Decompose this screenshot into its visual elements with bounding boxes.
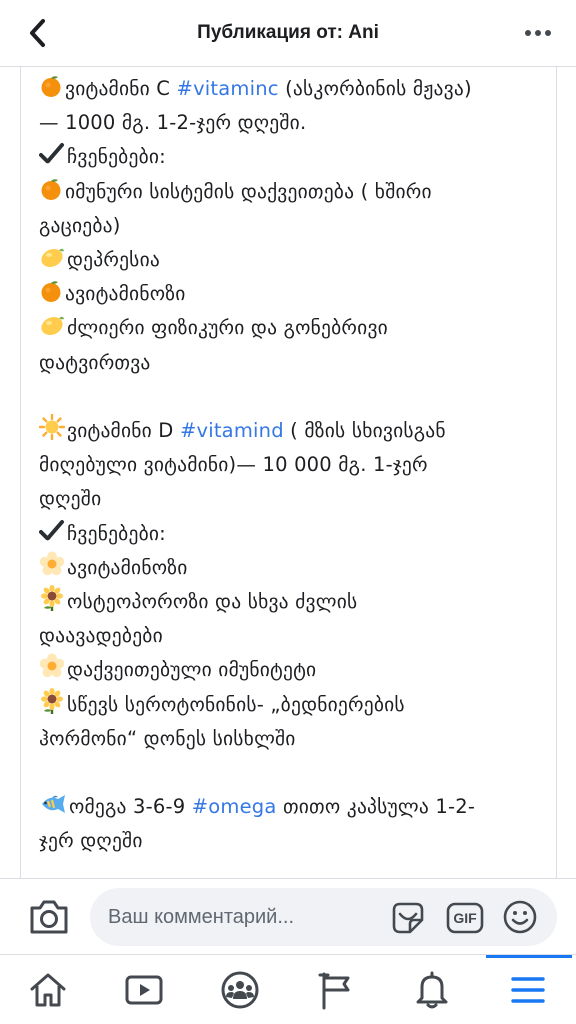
orange-emoji-icon bbox=[39, 279, 63, 303]
bottom-navigation bbox=[0, 954, 576, 1024]
page-title: Публикация от: Ani bbox=[197, 22, 379, 43]
camera-icon bbox=[30, 900, 68, 934]
post-text-segment: ავიტამინოზი bbox=[65, 282, 186, 306]
nav-menu[interactable] bbox=[498, 967, 558, 1013]
nav-pages[interactable] bbox=[306, 967, 366, 1013]
nav-home[interactable] bbox=[18, 967, 78, 1013]
post-text-segment: ვიტამინი C bbox=[65, 77, 177, 100]
nav-video[interactable] bbox=[114, 967, 174, 1013]
post-line: ჩვენებები: bbox=[39, 517, 538, 551]
hashtag-link[interactable]: #omega bbox=[192, 795, 277, 818]
sticker-button[interactable] bbox=[390, 900, 426, 936]
comment-input[interactable]: Ваш комментарий... GIF bbox=[90, 888, 557, 946]
sticker-icon bbox=[392, 902, 424, 934]
post-text-segment: დატვირთვა bbox=[39, 350, 151, 374]
post-line: ვიტამინი C #vitaminc (ასკორბინის მჟავა) bbox=[39, 72, 538, 106]
groups-icon bbox=[221, 971, 259, 1009]
post-line: დაავადებები bbox=[39, 619, 538, 653]
post-line: — 1000 მგ. 1-2-ჯერ დღეში. bbox=[39, 106, 538, 140]
post-line: ჰორმონი“ დონეს სისხლში bbox=[39, 722, 538, 756]
post-text-segment: ვიტამინი D bbox=[67, 419, 180, 443]
post-line: დაქვეითებული იმუნიტეტი bbox=[39, 653, 538, 687]
post-text-segment: ჩვენებები: bbox=[67, 145, 166, 169]
post-line: დღეში bbox=[39, 482, 538, 516]
post-text-segment: გაციება) bbox=[39, 213, 121, 237]
sun-emoji-icon bbox=[39, 414, 65, 441]
top-bar: Публикация от: Ani bbox=[0, 0, 576, 67]
orange-emoji-icon bbox=[39, 74, 63, 98]
lemon-emoji-icon bbox=[39, 245, 65, 269]
post-line: ჯერ დღეში bbox=[39, 824, 538, 858]
menu-icon bbox=[511, 977, 545, 1003]
nav-notifications[interactable] bbox=[402, 967, 462, 1013]
post-text-segment: ჯერ დღეში bbox=[39, 829, 143, 853]
post-text-segment: თითო კაპსულა 1-2- bbox=[276, 795, 476, 819]
nav-groups[interactable] bbox=[210, 967, 270, 1013]
sunflower-emoji-icon bbox=[39, 585, 65, 612]
post-text-segment: ავიტამინოზი bbox=[67, 555, 188, 579]
fish-emoji-icon bbox=[39, 792, 67, 816]
video-icon bbox=[125, 975, 163, 1005]
notifications-bell-icon bbox=[416, 971, 448, 1009]
post-line: ავიტამინოზი bbox=[39, 277, 538, 311]
sunflower-emoji-icon bbox=[39, 687, 65, 714]
post-text-segment: დღეში bbox=[39, 487, 102, 511]
hashtag-link[interactable]: #vitamind bbox=[180, 419, 284, 442]
lemon-emoji-icon bbox=[39, 313, 65, 337]
pages-flag-icon bbox=[318, 972, 350, 1010]
post-line: მიღებული ვიტამინი)— 10 000 მგ. 1-ჯერ bbox=[39, 448, 538, 482]
check-emoji-icon bbox=[39, 142, 65, 166]
post-text-segment: ოსტეოპოროზი და სხვა ძვლის bbox=[67, 590, 358, 614]
post-text-segment: ომეგა 3-6-9 bbox=[69, 795, 192, 819]
blossom-emoji-icon bbox=[39, 653, 65, 679]
comment-bar: Ваш комментарий... GIF bbox=[0, 878, 576, 954]
more-options-button[interactable] bbox=[518, 16, 558, 50]
emoji-button[interactable] bbox=[502, 899, 538, 935]
blossom-emoji-icon bbox=[39, 551, 65, 577]
home-icon bbox=[30, 973, 66, 1007]
post-text-segment: (ასკორბინის მჟავა) bbox=[278, 77, 472, 100]
check-emoji-icon bbox=[39, 519, 65, 543]
comment-placeholder: Ваш комментарий... bbox=[108, 906, 295, 928]
post-text-segment: სწევს სეროტონინის- „ბედნიერების bbox=[67, 692, 405, 716]
active-tab-indicator bbox=[486, 955, 572, 958]
smiley-icon bbox=[503, 900, 537, 934]
post-text-segment: იმუნური სისტემის დაქვეითება ( ხშირი bbox=[65, 179, 432, 203]
post-line: სწევს სეროტონინის- „ბედნიერების bbox=[39, 687, 538, 722]
post-text: ვიტამინი C #vitaminc (ასკორბინის მჟავა) —… bbox=[21, 66, 556, 859]
post-text-segment: ჰორმონი“ დონეს სისხლში bbox=[39, 726, 296, 750]
post-line: იმუნური სისტემის დაქვეითება ( ხშირი bbox=[39, 175, 538, 209]
post-text-segment: — 1000 მგ. 1-2-ჯერ დღეში. bbox=[39, 111, 307, 135]
post-line: დეპრესია bbox=[39, 243, 538, 277]
hashtag-link[interactable]: #vitaminc bbox=[177, 77, 279, 100]
post-line: ომეგა 3-6-9 #omega თითო კაპსულა 1-2- bbox=[39, 790, 538, 824]
post-line: ავიტამინოზი bbox=[39, 551, 538, 585]
post-line: დატვირთვა bbox=[39, 346, 538, 380]
post-line: ძლიერი ფიზიკური და გონებრივი bbox=[39, 311, 538, 345]
post-text-segment: დაავადებები bbox=[39, 624, 163, 648]
more-horizontal-icon bbox=[525, 30, 551, 36]
camera-button[interactable] bbox=[28, 898, 70, 936]
gif-button[interactable]: GIF bbox=[446, 902, 484, 934]
post-text-segment: მიღებული ვიტამინი)— 10 000 მგ. 1-ჯერ bbox=[39, 453, 428, 477]
post-line: გაციება) bbox=[39, 209, 538, 243]
post-line: ვიტამინი D #vitamind ( მზის სხივისგან bbox=[39, 414, 538, 448]
post-line: ოსტეოპოროზი და სხვა ძვლის bbox=[39, 585, 538, 619]
post-body: ვიტამინი C #vitaminc (ასკორბინის მჟავა) —… bbox=[20, 66, 557, 878]
post-text-segment: ძლიერი ფიზიკური და გონებრივი bbox=[67, 316, 388, 340]
gif-label: GIF bbox=[453, 910, 477, 926]
post-text-segment: ( მზის სხივისგან bbox=[283, 419, 446, 443]
orange-emoji-icon bbox=[39, 177, 63, 201]
post-text-segment: ჩვენებები: bbox=[67, 521, 166, 545]
back-button[interactable] bbox=[20, 16, 54, 50]
post-line: ჩვენებები: bbox=[39, 140, 538, 174]
post-text-segment: დაქვეითებული იმუნიტეტი bbox=[67, 658, 317, 682]
post-text-segment: დეპრესია bbox=[67, 248, 160, 272]
chevron-left-icon bbox=[30, 19, 45, 47]
